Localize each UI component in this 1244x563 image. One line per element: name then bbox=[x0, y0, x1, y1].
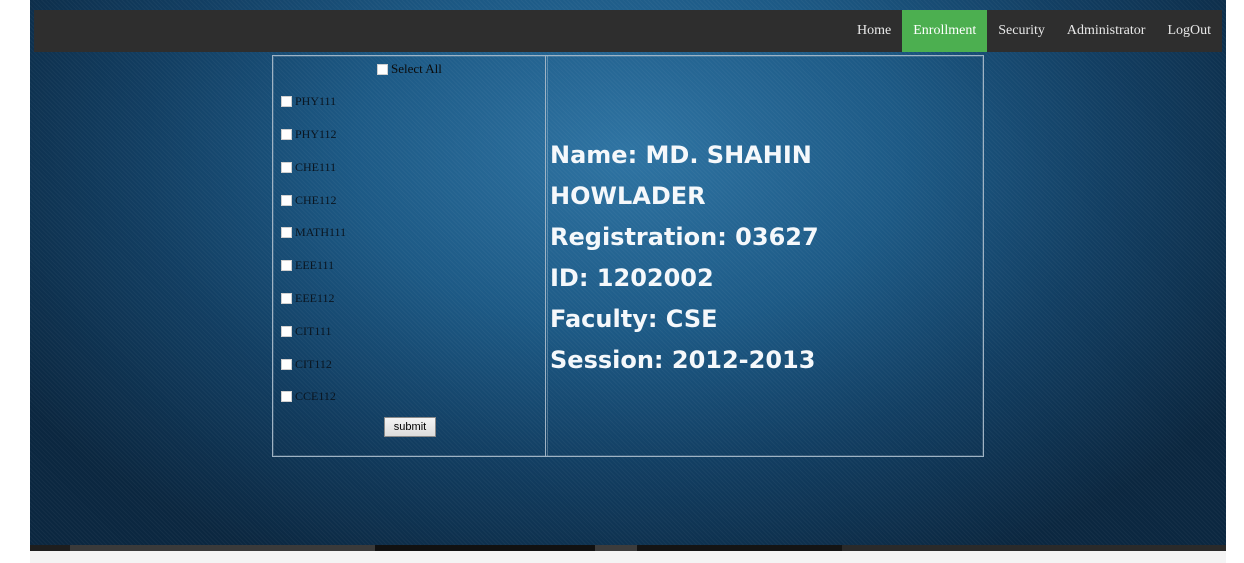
bottom-footer-strip bbox=[30, 545, 1226, 563]
course-checkbox[interactable] bbox=[281, 325, 292, 337]
nav-administrator-link[interactable]: Administrator bbox=[1056, 10, 1157, 52]
nav-enrollment-link[interactable]: Enrollment bbox=[902, 10, 988, 52]
student-registration: Registration: 03627 bbox=[550, 223, 819, 251]
course-checkbox[interactable] bbox=[281, 161, 292, 173]
course-label: CHE111 bbox=[295, 160, 337, 174]
course-checkbox[interactable] bbox=[281, 95, 292, 107]
course-option[interactable]: CCE112 bbox=[281, 389, 336, 404]
footer-segment bbox=[637, 545, 842, 551]
course-checkbox[interactable] bbox=[281, 128, 292, 140]
course-selection-column: Select All PHY111 PHY112 CHE111 CHE112 M… bbox=[273, 56, 546, 456]
course-option[interactable]: CHE112 bbox=[281, 193, 337, 208]
select-all-label: Select All bbox=[391, 61, 442, 76]
enrollment-panel: Select All PHY111 PHY112 CHE111 CHE112 M… bbox=[272, 55, 984, 457]
submit-button[interactable]: submit bbox=[384, 417, 436, 437]
nav-logout-link[interactable]: LogOut bbox=[1156, 10, 1222, 52]
select-all-checkbox[interactable] bbox=[377, 63, 388, 75]
footer-segment bbox=[595, 545, 637, 551]
student-info-column: Name: MD. SHAHIN HOWLADER Registration: … bbox=[547, 56, 982, 456]
footer-segment bbox=[70, 545, 375, 551]
page-background: Home Enrollment Security Administrator L… bbox=[30, 0, 1226, 545]
student-id: ID: 1202002 bbox=[550, 264, 714, 292]
student-name-line2: HOWLADER bbox=[550, 182, 706, 210]
course-label: CIT111 bbox=[295, 324, 332, 338]
course-option[interactable]: CIT111 bbox=[281, 324, 331, 339]
course-label: PHY112 bbox=[295, 127, 337, 141]
nav-home-link[interactable]: Home bbox=[846, 10, 902, 52]
course-label: EEE112 bbox=[295, 291, 335, 305]
student-faculty: Faculty: CSE bbox=[550, 305, 718, 333]
student-name-line1: Name: MD. SHAHIN bbox=[550, 141, 812, 169]
course-checkbox[interactable] bbox=[281, 226, 292, 238]
course-option[interactable]: PHY112 bbox=[281, 127, 337, 142]
course-label: CCE112 bbox=[295, 389, 336, 403]
top-navbar: Home Enrollment Security Administrator L… bbox=[34, 10, 1222, 52]
course-option[interactable]: EEE111 bbox=[281, 258, 334, 273]
course-checkbox[interactable] bbox=[281, 292, 292, 304]
course-label: CHE112 bbox=[295, 193, 337, 207]
nav-security-link[interactable]: Security bbox=[987, 10, 1056, 52]
course-label: MATH111 bbox=[295, 225, 347, 239]
footer-segment bbox=[375, 545, 595, 551]
course-option[interactable]: CHE111 bbox=[281, 160, 336, 175]
nav-menu: Home Enrollment Security Administrator L… bbox=[846, 10, 1222, 52]
course-label: EEE111 bbox=[295, 258, 335, 272]
course-checkbox[interactable] bbox=[281, 390, 292, 402]
course-option[interactable]: PHY111 bbox=[281, 94, 336, 109]
footer-segment bbox=[842, 545, 1226, 551]
course-label: CIT112 bbox=[295, 357, 332, 371]
course-option[interactable]: CIT112 bbox=[281, 357, 332, 372]
course-option[interactable]: EEE112 bbox=[281, 291, 335, 306]
course-checkbox[interactable] bbox=[281, 194, 292, 206]
student-session: Session: 2012-2013 bbox=[550, 346, 816, 374]
course-checkbox[interactable] bbox=[281, 358, 292, 370]
course-label: PHY111 bbox=[295, 94, 337, 108]
select-all-option[interactable]: Select All bbox=[377, 61, 442, 77]
course-checkbox[interactable] bbox=[281, 259, 292, 271]
footer-segment bbox=[30, 545, 70, 551]
course-option[interactable]: MATH111 bbox=[281, 225, 346, 240]
